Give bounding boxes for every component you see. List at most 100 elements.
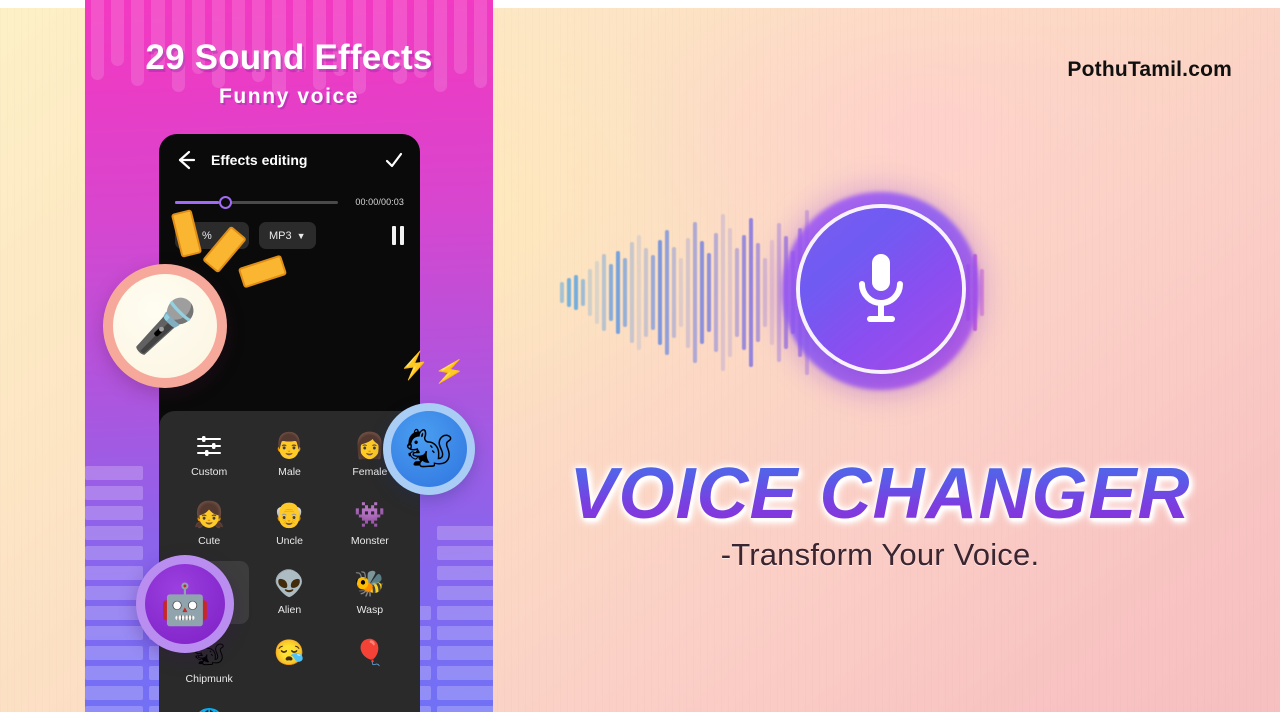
waveform-bar: [637, 235, 641, 350]
effect-item-male[interactable]: 👨 Male: [249, 423, 329, 486]
microphone-icon: [859, 254, 903, 322]
male-icon: 👨: [273, 431, 306, 460]
waveform-bar: [686, 237, 690, 348]
effect-icon: 😪: [273, 638, 306, 667]
effect-icon: 🎈: [354, 638, 386, 667]
waveform-bar: [602, 254, 606, 331]
cute-icon: 👧: [193, 500, 225, 529]
equalizer-segment: [85, 606, 143, 620]
waveform-bar: [581, 279, 585, 306]
equalizer-segment: [437, 646, 493, 660]
effect-item-wasp[interactable]: 🐝 Wasp: [330, 561, 410, 624]
equalizer-segment: [85, 646, 143, 660]
slider-fill: [175, 200, 219, 204]
effect-label: Wasp: [356, 604, 384, 616]
waveform-bar: [672, 247, 676, 338]
bolt-icon: ⚡: [431, 355, 468, 389]
effect-item-monster[interactable]: 👾 Monster: [330, 492, 410, 555]
effect-label: Chipmunk: [185, 673, 233, 685]
chipmunk-badge: 🐿: [383, 403, 475, 495]
monster-icon: 👾: [354, 500, 386, 529]
equalizer-segment: [85, 466, 143, 480]
equalizer-segment: [437, 686, 493, 700]
waveform-bar: [700, 241, 704, 344]
waveform-bar: [560, 281, 564, 304]
robot-badge-glyph: 🤖: [145, 564, 225, 644]
equalizer-segment: [85, 506, 143, 520]
waveform-bar: [574, 274, 578, 311]
custom-icon: [196, 432, 222, 459]
waveform-bar: [651, 255, 655, 330]
effect-label: Cute: [198, 535, 221, 547]
effect-item-cute[interactable]: 👧 Cute: [169, 492, 249, 555]
waveform-bar: [735, 248, 739, 337]
effect-item-alien[interactable]: 👽 Alien: [249, 561, 329, 624]
top-border: [493, 0, 1280, 8]
effect-item-extra-11[interactable]: 🎈: [330, 630, 410, 693]
equalizer-segment: [437, 586, 493, 600]
microphone-badge-glyph: 🎤: [113, 274, 217, 378]
waveform-bar: [679, 257, 683, 328]
app-header: Effects editing: [159, 134, 420, 186]
screenshot-stage: VOICE CHANGER -Transform Your Voice. Pot…: [0, 0, 1280, 720]
check-icon[interactable]: [384, 150, 404, 170]
waveform-bar: [721, 213, 725, 372]
waveform-bar: [707, 253, 711, 332]
waveform-bar: [630, 242, 634, 343]
robot-badge: 🤖: [136, 555, 234, 653]
equalizer-segment: [85, 546, 143, 560]
equalizer-column: [85, 466, 143, 720]
equalizer-segment: [85, 486, 143, 500]
microphone-button[interactable]: [800, 208, 962, 370]
corner-border: [0, 0, 85, 8]
female-icon: 👩: [354, 431, 386, 460]
effect-label: Uncle: [276, 535, 303, 547]
waveform-bar: [693, 221, 697, 364]
equalizer-segment: [437, 526, 493, 540]
timestamp: 00:00/00:03: [355, 197, 404, 207]
waveform-bar: [567, 278, 571, 307]
effect-label: Female: [352, 466, 388, 478]
equalizer-segment: [85, 686, 143, 700]
waveform-bar: [749, 218, 753, 367]
promo-subhead: Funny voice: [218, 85, 360, 108]
bolt-icon: ⚡: [397, 349, 432, 383]
waveform-bar: [644, 248, 648, 337]
pause-button[interactable]: [392, 226, 404, 245]
effect-label: Custom: [191, 466, 228, 478]
equalizer-segment: [437, 546, 493, 560]
waveform-bar: [588, 268, 592, 317]
wasp-icon: 🐝: [354, 569, 386, 598]
hero-tagline: -Transform Your Voice.: [720, 537, 1040, 573]
waveform-bar: [728, 227, 732, 358]
equalizer-segment: [85, 566, 143, 580]
effect-item-extra-10[interactable]: 😪: [249, 630, 329, 693]
promo-headline: 29 Sound Effects: [145, 38, 433, 77]
waveform-bar: [665, 230, 669, 355]
equalizer-segment: [85, 626, 143, 640]
effect-label: Male: [278, 466, 301, 478]
equalizer-segment: [85, 666, 143, 680]
uncle-icon: 👴: [273, 500, 306, 529]
alien-icon: 👽: [273, 569, 306, 598]
effect-item-custom[interactable]: Custom: [169, 423, 249, 486]
waveform-bar: [616, 250, 620, 335]
equalizer-segment: [437, 626, 493, 640]
waveform-bar: [609, 263, 613, 322]
back-arrow-icon[interactable]: [175, 149, 197, 171]
chipmunk-badge-glyph: 🐿: [391, 411, 467, 487]
waveform-bar: [595, 261, 599, 324]
effect-item-uncle[interactable]: 👴 Uncle: [249, 492, 329, 555]
equalizer-segment: [85, 526, 143, 540]
equalizer-column: [437, 526, 493, 720]
effect-label: Alien: [277, 604, 302, 616]
bottom-border: [0, 712, 1280, 720]
waveform-bar: [742, 235, 746, 350]
equalizer-segment: [437, 606, 493, 620]
equalizer-segment: [437, 566, 493, 580]
waveform-bar: [658, 239, 662, 346]
watermark: PothuTamil.com: [1067, 58, 1232, 81]
waveform-bar: [623, 257, 627, 328]
waveform-bar: [714, 232, 718, 353]
app-title: Effects editing: [211, 152, 308, 168]
